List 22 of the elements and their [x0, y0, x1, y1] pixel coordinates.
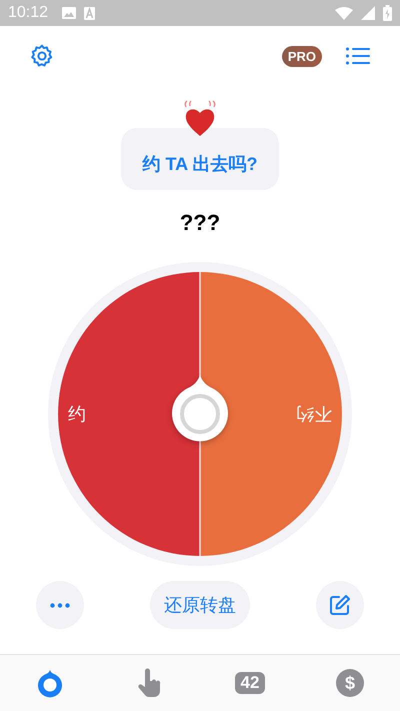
reset-button[interactable]: 还原转盘: [150, 581, 250, 629]
spin-knob[interactable]: [172, 375, 228, 442]
wheel[interactable]: 约 不约: [48, 262, 352, 566]
count-tab[interactable]: 42: [234, 672, 266, 694]
wheel-tab-icon[interactable]: [35, 668, 65, 698]
pro-badge[interactable]: PRO: [282, 46, 322, 66]
font-icon: [84, 6, 96, 20]
settings-icon[interactable]: [29, 43, 55, 69]
segment-label: 约: [68, 404, 86, 424]
wifi-icon: [335, 6, 353, 20]
signal-icon: [361, 6, 375, 20]
edit-icon: [329, 594, 351, 616]
price-tab[interactable]: $: [336, 669, 364, 697]
image-icon: [62, 7, 76, 19]
more-icon: [50, 602, 70, 608]
list-icon[interactable]: [346, 46, 370, 66]
question-card[interactable]: 约 TA 出去吗?: [121, 128, 279, 190]
result-text: ???: [178, 210, 222, 236]
battery-icon: [383, 5, 392, 21]
edit-button[interactable]: [316, 581, 364, 629]
segment-label: 不约: [296, 404, 332, 424]
status-time: 10:12: [8, 4, 48, 22]
